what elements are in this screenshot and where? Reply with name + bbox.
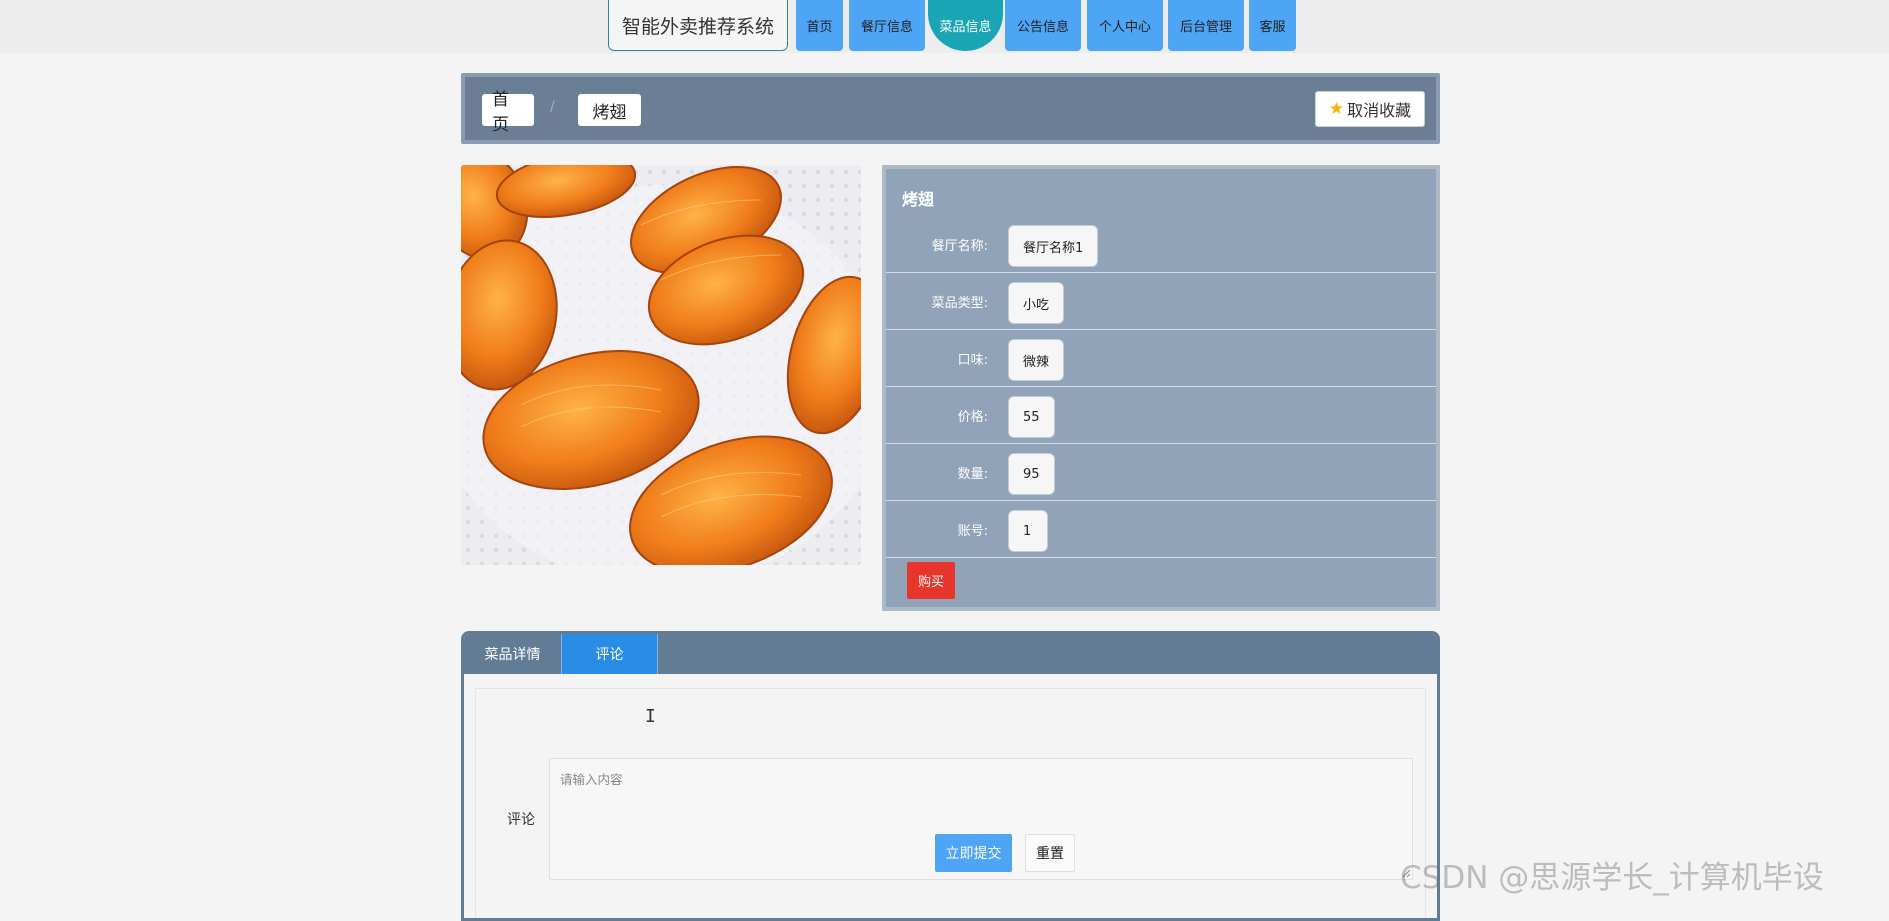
detail-value: 微辣	[1008, 339, 1065, 381]
watermark: CSDN @思源学长_计算机毕设	[1400, 860, 1824, 896]
detail-label: 菜品类型:	[931, 296, 988, 311]
tab-comments[interactable]: 评论	[561, 634, 658, 674]
detail-label: 价格:	[957, 410, 988, 425]
nav-admin[interactable]: 后台管理	[1168, 0, 1244, 51]
detail-value: 95	[1008, 453, 1055, 495]
detail-row-account: 账号: 1	[886, 501, 1436, 558]
nav-announcements[interactable]: 公告信息	[1005, 0, 1081, 51]
detail-value: 55	[1008, 396, 1055, 438]
detail-label: 口味:	[957, 353, 988, 368]
detail-label: 餐厅名称:	[931, 239, 988, 254]
reset-button[interactable]: 重置	[1025, 834, 1075, 872]
dish-tabs: 菜品详情 评论 评论	[461, 631, 1440, 921]
nav-dishes[interactable]: 菜品信息	[928, 0, 1003, 51]
comment-label: 评论	[507, 812, 535, 828]
unfavorite-button[interactable]: ★ 取消收藏	[1315, 91, 1425, 127]
detail-row-restaurant: 餐厅名称: 餐厅名称1	[886, 216, 1436, 273]
dish-details-panel: 烤翅 餐厅名称: 餐厅名称1 菜品类型: 小吃 口味: 微辣 价格: 55 数量…	[882, 165, 1440, 611]
detail-value: 1	[1008, 510, 1048, 552]
nav-home[interactable]: 首页	[796, 0, 843, 51]
buy-button[interactable]: 购买	[907, 562, 955, 599]
detail-label: 账号:	[957, 524, 988, 539]
detail-value: 小吃	[1008, 282, 1065, 324]
nav-profile[interactable]: 个人中心	[1087, 0, 1163, 51]
dish-title: 烤翅	[902, 190, 935, 209]
tabs-header: 菜品详情 评论	[464, 634, 1437, 674]
detail-row-price: 价格: 55	[886, 387, 1436, 444]
detail-row-flavor: 口味: 微辣	[886, 330, 1436, 387]
detail-label: 数量:	[957, 467, 988, 482]
submit-button[interactable]: 立即提交	[935, 834, 1012, 872]
site-brand[interactable]: 智能外卖推荐系统	[608, 0, 788, 51]
comment-form: 评论	[475, 688, 1426, 918]
nav-restaurants[interactable]: 餐厅信息	[849, 0, 925, 51]
breadcrumb-home[interactable]: 首页	[482, 90, 534, 135]
dish-image	[461, 165, 861, 565]
top-navbar: 智能外卖推荐系统 首页 餐厅信息 菜品信息 公告信息 个人中心 后台管理 客服	[0, 0, 1889, 53]
detail-row-type: 菜品类型: 小吃	[886, 273, 1436, 330]
unfavorite-label: 取消收藏	[1347, 101, 1412, 120]
breadcrumb: 首页 / 烤翅 ★ 取消收藏	[461, 73, 1440, 144]
text-cursor-icon: I	[645, 706, 656, 727]
breadcrumb-separator: /	[550, 99, 555, 115]
star-icon: ★	[1328, 99, 1345, 119]
breadcrumb-current[interactable]: 烤翅	[578, 94, 641, 126]
tab-dish-details[interactable]: 菜品详情	[464, 634, 561, 674]
detail-row-quantity: 数量: 95	[886, 444, 1436, 501]
detail-value: 餐厅名称1	[1008, 225, 1099, 267]
nav-support[interactable]: 客服	[1249, 0, 1296, 51]
grilled-wings-illustration	[461, 165, 861, 565]
